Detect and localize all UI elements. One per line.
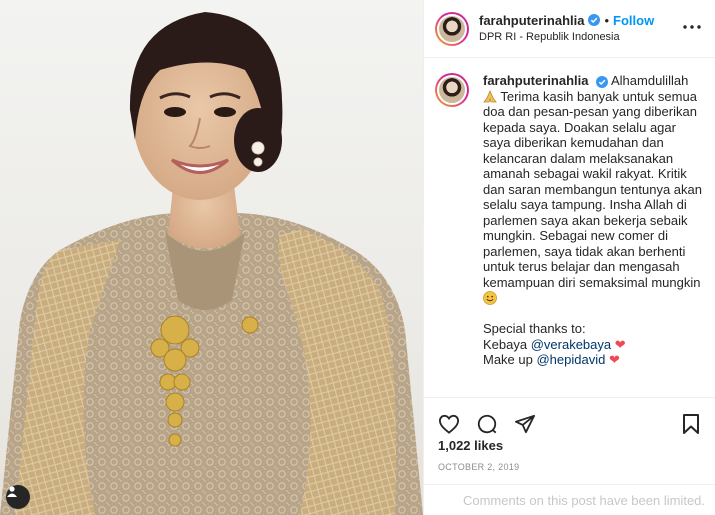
smile-emoji-icon: [483, 291, 497, 305]
comment-icon[interactable]: [474, 411, 500, 437]
more-options-icon[interactable]: [680, 15, 704, 39]
heart-emoji-icon: ❤: [614, 336, 626, 352]
likes-count[interactable]: 1,022 likes: [438, 438, 503, 453]
caption-intro: Alhamdulillah: [608, 73, 689, 88]
save-bookmark-icon[interactable]: [678, 411, 704, 437]
verified-badge-icon: [588, 14, 601, 26]
action-bar: [424, 397, 715, 441]
praying-hands-icon: [483, 89, 497, 102]
credit-label: Make up: [483, 352, 537, 367]
like-icon[interactable]: [436, 411, 462, 437]
caption-section: farahputerinahlia Alhamdulillah Terima k…: [424, 59, 715, 397]
post-photo[interactable]: [0, 0, 423, 515]
post-detail-panel: farahputerinahlia • Follow DPR RI - Repu…: [423, 0, 715, 515]
thanks-heading: Special thanks to:: [483, 321, 586, 336]
avatar[interactable]: [435, 11, 469, 46]
share-icon[interactable]: [512, 411, 538, 437]
follow-button[interactable]: Follow: [613, 13, 654, 28]
mention-link[interactable]: @hepidavid: [536, 352, 605, 367]
heart-emoji-icon: ❤: [608, 352, 620, 367]
user-tag-icon[interactable]: [6, 485, 30, 509]
comments-limited-notice: Comments on this post have been limited.: [424, 484, 715, 515]
verified-badge-icon: [596, 75, 609, 88]
caption-avatar[interactable]: [435, 73, 469, 107]
location-link[interactable]: DPR RI - Republik Indonesia: [479, 30, 654, 45]
mention-link[interactable]: @verakebaya: [531, 337, 611, 352]
caption-body: Terima kasih banyak untuk semua doa dan …: [483, 88, 706, 290]
post-date[interactable]: October 2, 2019: [438, 462, 519, 472]
portrait-illustration: [0, 12, 423, 515]
caption-username[interactable]: farahputerinahlia: [483, 73, 588, 88]
credit-label: Kebaya: [483, 336, 531, 352]
caption-text: farahputerinahlia Alhamdulillah Terima k…: [483, 73, 702, 368]
post-header: farahputerinahlia • Follow DPR RI - Repu…: [424, 0, 715, 58]
separator-dot: •: [604, 12, 610, 28]
header-username[interactable]: farahputerinahlia: [479, 13, 584, 28]
